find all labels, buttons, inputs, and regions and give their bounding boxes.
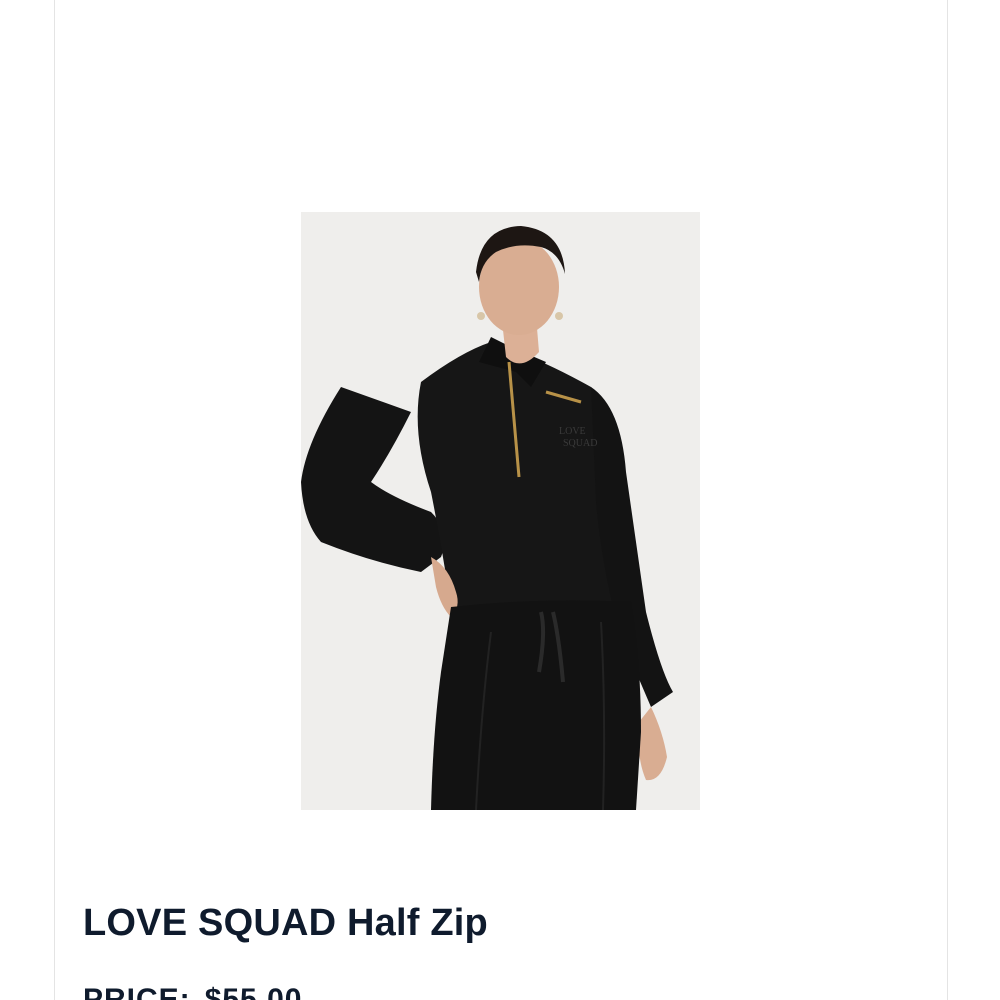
model-photo-illustration: LOVE SQUAD [301, 212, 700, 810]
price-label: PRICE: [83, 983, 191, 1000]
product-image[interactable]: LOVE SQUAD [301, 212, 700, 810]
price-line: PRICE: $55.00 [83, 983, 302, 1000]
product-card: LOVE SQUAD LOVE SQUAD Half Zip PRICE: $55… [54, 0, 948, 1000]
product-page: LOVE SQUAD LOVE SQUAD Half Zip PRICE: $55… [0, 0, 1000, 1000]
product-title: LOVE SQUAD Half Zip [83, 902, 488, 944]
svg-text:SQUAD: SQUAD [563, 438, 597, 449]
price-value: $55.00 [204, 983, 303, 1000]
embroidery-logo-text: LOVE [559, 426, 586, 437]
